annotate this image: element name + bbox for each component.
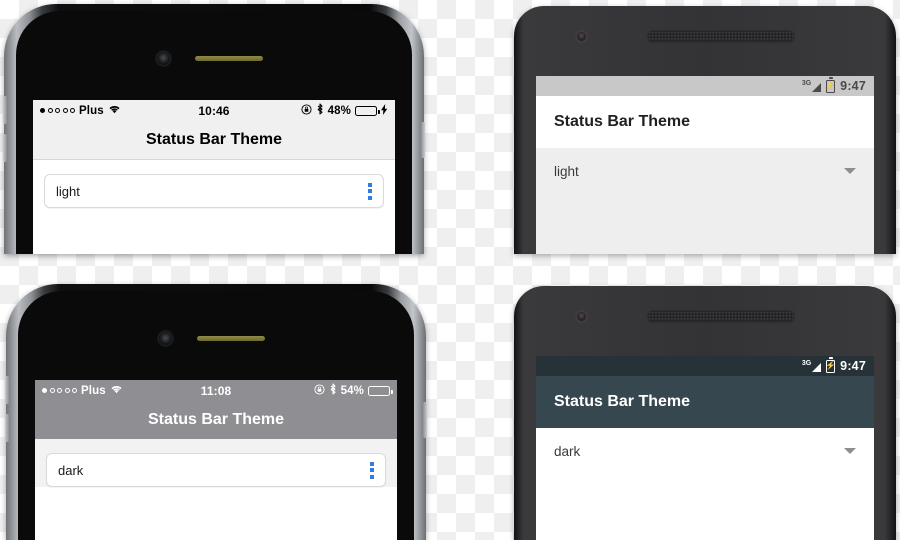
ios-nav-bar: Status Bar Theme (33, 121, 395, 160)
network-type-label: 3G (801, 80, 812, 87)
android-screen-light: 3G ⚡ 9:47 Status Bar Theme light (536, 76, 874, 254)
front-camera-icon (159, 332, 172, 345)
battery-charging-icon: ⚡ (826, 359, 836, 373)
wifi-icon (110, 384, 123, 397)
android-content-area: light (536, 148, 874, 254)
ios-bezel: Plus 11:08 54% Status Bar Theme dark (18, 291, 414, 540)
battery-percentage-label: 54% (340, 384, 364, 397)
earpiece-speaker-icon (647, 30, 795, 43)
phone-ios-dark: Plus 11:08 54% Status Bar Theme dark (5, 284, 427, 540)
theme-spinner[interactable]: light (554, 148, 856, 194)
ios-content-area: dark (35, 439, 397, 487)
phone-android-dark: 3G ⚡ 9:47 Status Bar Theme dark (514, 286, 896, 540)
page-title: Status Bar Theme (145, 131, 283, 148)
ios-content-area: light (33, 160, 395, 208)
kebab-menu-icon[interactable] (368, 182, 372, 200)
carrier-label: Plus (79, 104, 104, 117)
ios-screen-light: Plus 10:46 48% Status Bar Theme light (33, 100, 395, 254)
volume-up-button[interactable] (5, 376, 9, 404)
volume-up-button[interactable] (3, 96, 7, 124)
volume-down-button[interactable] (5, 414, 9, 442)
android-status-bar: 3G ⚡ 9:47 (536, 76, 874, 96)
ios-nav-bar: Status Bar Theme (35, 401, 397, 439)
status-bar-time: 9:47 (840, 359, 866, 373)
bluetooth-icon (329, 383, 337, 398)
android-status-bar: 3G ⚡ 9:47 (536, 356, 874, 376)
bluetooth-icon (316, 103, 324, 118)
status-bar-right-group: 48% (301, 103, 388, 118)
signal-strength-icon (40, 108, 75, 113)
page-title: Status Bar Theme (147, 411, 285, 428)
lightning-bolt-icon (381, 103, 388, 118)
volume-down-button[interactable] (3, 134, 7, 162)
chevron-down-icon[interactable] (844, 448, 856, 454)
battery-icon (355, 105, 380, 116)
android-screen-dark: 3G ⚡ 9:47 Status Bar Theme dark (536, 356, 874, 540)
carrier-label: Plus (81, 384, 106, 397)
status-bar-left-group: Plus (42, 384, 123, 397)
android-app-bar: Status Bar Theme (536, 96, 874, 148)
power-button[interactable] (423, 402, 427, 438)
front-camera-icon (577, 312, 586, 321)
signal-strength-icon (42, 388, 77, 393)
theme-select-value: dark (58, 462, 84, 478)
theme-select-field[interactable]: light (44, 174, 384, 208)
android-content-area: dark (536, 428, 874, 540)
status-bar-left-group: Plus (40, 104, 121, 117)
earpiece-speaker-icon (197, 336, 265, 341)
status-bar-time: 9:47 (840, 79, 866, 93)
chevron-down-icon[interactable] (844, 168, 856, 174)
rotation-lock-icon (301, 103, 312, 118)
network-type-label: 3G (801, 360, 812, 367)
ios-status-bar: Plus 10:46 48% (33, 100, 395, 121)
front-camera-icon (577, 32, 586, 41)
battery-icon (368, 385, 393, 396)
battery-percentage-label: 48% (327, 104, 351, 117)
signal-bars-icon: 3G (801, 360, 822, 372)
power-button[interactable] (421, 122, 425, 158)
theme-spinner[interactable]: dark (554, 428, 856, 474)
phone-ios-light: Plus 10:46 48% Status Bar Theme light (3, 4, 425, 254)
theme-select-field[interactable]: dark (46, 453, 386, 487)
theme-select-value: light (56, 183, 80, 199)
ios-status-bar: Plus 11:08 54% (35, 380, 397, 401)
page-title: Status Bar Theme (554, 393, 691, 410)
screenshot-stage: Plus 10:46 48% Status Bar Theme light 3G… (0, 0, 900, 540)
kebab-menu-icon[interactable] (370, 461, 374, 479)
rotation-lock-icon (314, 383, 325, 398)
signal-bars-icon: 3G (801, 80, 822, 92)
earpiece-speaker-icon (195, 56, 263, 61)
ios-bezel: Plus 10:46 48% Status Bar Theme light (16, 11, 412, 254)
android-app-bar: Status Bar Theme (536, 376, 874, 428)
theme-spinner-value: dark (554, 443, 581, 459)
front-camera-icon (157, 52, 170, 65)
earpiece-speaker-icon (647, 310, 795, 323)
theme-spinner-value: light (554, 163, 579, 179)
wifi-icon (108, 104, 121, 117)
ios-screen-dark: Plus 11:08 54% Status Bar Theme dark (35, 380, 397, 540)
page-title: Status Bar Theme (554, 113, 691, 130)
status-bar-right-group: 54% (314, 383, 393, 398)
phone-android-light: 3G ⚡ 9:47 Status Bar Theme light (514, 6, 896, 254)
battery-charging-icon: ⚡ (826, 79, 836, 93)
